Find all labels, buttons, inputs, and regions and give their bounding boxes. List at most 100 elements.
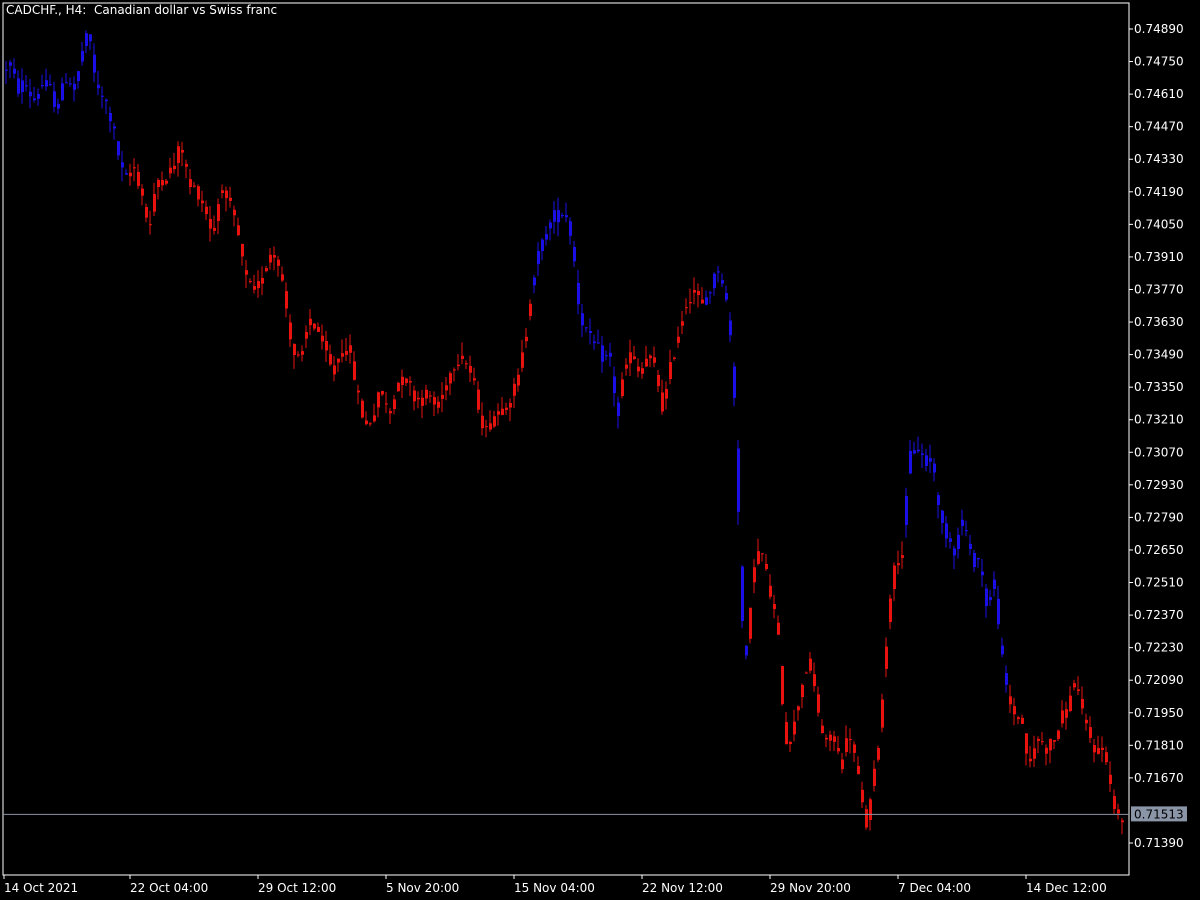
candle-body	[433, 397, 436, 405]
candle-body	[693, 290, 696, 293]
candle-body	[197, 186, 200, 200]
x-tick-label: 29 Oct 12:00	[258, 881, 336, 895]
candle-body	[1029, 758, 1032, 762]
candle-body	[669, 362, 672, 380]
candle-body	[65, 82, 68, 84]
candle-body	[481, 415, 484, 429]
candle-body	[649, 355, 652, 359]
candle-body	[529, 303, 532, 316]
candle-body	[805, 672, 808, 674]
candle-body	[589, 330, 592, 334]
candle-body	[709, 292, 712, 294]
candle-body	[225, 190, 228, 199]
candle-body	[173, 165, 176, 170]
candle-body	[445, 385, 448, 391]
candle-body	[1025, 733, 1028, 754]
candle-body	[749, 607, 752, 639]
candle-body	[281, 274, 284, 281]
candle-body	[253, 286, 256, 290]
candle-body	[925, 455, 928, 466]
candle-body	[361, 400, 364, 418]
candle-body	[369, 423, 372, 425]
y-tick-label: 0.72930	[1134, 478, 1184, 492]
candle-body	[1081, 699, 1084, 709]
candle-body	[697, 290, 700, 296]
candle-body	[389, 411, 392, 414]
candle-body	[853, 744, 856, 753]
x-tick-label: 14 Oct 2021	[4, 881, 78, 895]
candle-body	[513, 383, 516, 396]
x-tick-label: 15 Nov 04:00	[514, 881, 595, 895]
candle-body	[733, 366, 736, 398]
candle-body	[661, 392, 664, 412]
candle-body	[125, 173, 128, 175]
candle-body	[373, 415, 376, 422]
candle-body	[877, 748, 880, 760]
candle-body	[597, 342, 600, 344]
candle-body	[989, 597, 992, 601]
candle-body	[645, 358, 648, 367]
candle-body	[149, 224, 152, 226]
time-axis[interactable]: 14 Oct 2021 22 Oct 04:00 29 Oct 12:00 5 Nov…	[3, 875, 1107, 895]
candle-body	[57, 103, 60, 109]
candle-body	[309, 318, 312, 326]
candle-body	[477, 389, 480, 410]
candle-body	[185, 163, 188, 167]
candle-body	[941, 510, 944, 523]
candle-body	[401, 376, 404, 385]
y-tick-label: 0.74890	[1134, 22, 1184, 36]
candle-body	[821, 725, 824, 734]
candle-body	[741, 566, 744, 622]
candle-body	[161, 180, 164, 186]
candle-body	[417, 397, 420, 400]
candle-body	[893, 565, 896, 590]
candle-body	[49, 84, 52, 86]
candle-body	[1093, 745, 1096, 753]
candle-body	[1061, 710, 1064, 724]
candle-body	[1117, 809, 1120, 814]
candle-body	[621, 379, 624, 396]
candle-body	[133, 167, 136, 169]
candle-body	[961, 519, 964, 527]
candle-body	[261, 277, 264, 284]
candle-body	[565, 215, 568, 218]
plot-frame	[2, 2, 1130, 876]
candle-body	[969, 543, 972, 550]
candle-body	[381, 390, 384, 395]
candle-body	[177, 146, 180, 163]
candle-body	[1121, 820, 1124, 823]
x-tick-label: 29 Nov 20:00	[770, 881, 851, 895]
candle-body	[245, 270, 248, 275]
candle-body	[509, 402, 512, 408]
candle-body	[1069, 695, 1072, 712]
candle-body	[917, 449, 920, 452]
candle-body	[1105, 752, 1108, 763]
candle-body	[1113, 796, 1116, 809]
candle-body	[817, 694, 820, 713]
candle-body	[13, 68, 16, 74]
candles-layer	[5, 30, 1124, 835]
x-tick-label: 7 Dec 04:00	[898, 881, 971, 895]
candle-body	[209, 218, 212, 229]
candle-body	[1041, 741, 1044, 743]
candle-body	[97, 84, 100, 89]
candle-body	[73, 83, 76, 90]
candle-body	[153, 194, 156, 212]
candle-body	[825, 737, 828, 740]
price-axis[interactable]: 0.74890 0.74750 0.74610 0.74470 0.74330 0.741…	[1129, 22, 1184, 850]
candle-body	[21, 80, 24, 93]
candle-body	[881, 699, 884, 728]
y-tick-label: 0.71950	[1134, 706, 1184, 720]
candle-body	[1085, 719, 1088, 724]
candle-body	[205, 206, 208, 215]
candle-body	[753, 567, 756, 583]
candle-body	[849, 739, 852, 741]
candle-body	[981, 571, 984, 576]
price-chart[interactable]: 0.74890 0.74750 0.74610 0.74470 0.74330 0.741…	[0, 0, 1200, 900]
candle-body	[333, 365, 336, 375]
candle-body	[705, 297, 708, 305]
y-tick-label: 0.72790	[1134, 510, 1184, 524]
candle-body	[869, 799, 872, 820]
candle-body	[421, 397, 424, 406]
candle-body	[717, 271, 720, 273]
